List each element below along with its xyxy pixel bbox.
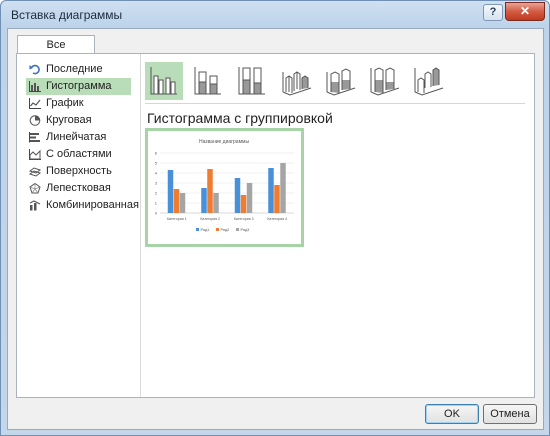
title-bar: Вставка диаграммы ? ✕ (1, 1, 549, 27)
undo-arrow-icon (29, 64, 40, 75)
3d-stacked-column-icon (326, 68, 356, 96)
cancel-button[interactable]: Отмена (483, 404, 537, 424)
x-tick-label: Категория 2 (200, 217, 220, 221)
y-tick-label: 3 (155, 181, 158, 186)
clustered-column-icon (150, 67, 177, 95)
y-tick-label: 4 (155, 171, 158, 176)
subtype-3d-column[interactable] (409, 62, 447, 100)
bar (213, 193, 219, 213)
subtype-stacked-column[interactable] (189, 62, 227, 100)
area-chart-icon (29, 149, 41, 160)
subtype-100-stacked-column[interactable] (233, 62, 271, 100)
legend-swatch (196, 228, 199, 231)
sidebar-item-line[interactable]: График (26, 95, 131, 112)
sidebar-item-label: С областями (46, 148, 112, 160)
3d-100-stacked-column-icon (370, 67, 400, 96)
stacked-column-icon (194, 67, 221, 95)
3d-column-icon (414, 67, 444, 96)
subtype-clustered-column[interactable] (145, 62, 183, 100)
bar (167, 170, 174, 213)
sidebar-item-label: График (46, 97, 84, 109)
chart-preview[interactable]: Название диаграммы 0 1 2 3 4 5 6 Категория 1 Кате… (145, 128, 304, 247)
legend-swatch (236, 228, 239, 231)
y-tick-label: 6 (155, 151, 158, 156)
sidebar-item-label: Комбинированная (46, 199, 139, 211)
y-tick-label: 0 (155, 211, 158, 216)
sidebar-item-surface[interactable]: Поверхность (26, 163, 131, 180)
gallery-separator (145, 103, 525, 104)
legend-swatch (216, 228, 219, 231)
subtype-3d-100-stacked-column[interactable] (365, 62, 403, 100)
sidebar-item-column[interactable]: Гистограмма (26, 78, 131, 95)
y-tick-label: 1 (155, 201, 158, 206)
y-tick-label: 2 (155, 191, 158, 196)
sidebar-item-combo[interactable]: Комбинированная (26, 197, 139, 214)
y-tick-label: 5 (155, 161, 158, 166)
chart-type-list: Последние Гистограмма График Круговая Ли… (26, 61, 139, 214)
3d-clustered-column-icon (282, 71, 312, 96)
pie-chart-icon (29, 115, 41, 126)
dialog-title: Вставка диаграммы (11, 8, 123, 22)
legend-label: Ряд1 (201, 228, 210, 232)
sidebar-item-label: Поверхность (46, 165, 112, 177)
bar (280, 163, 286, 213)
sidebar-item-label: Круговая (46, 114, 92, 126)
100-stacked-column-icon (238, 67, 265, 95)
sidebar-item-area[interactable]: С областями (26, 146, 131, 163)
tab-panel: Последние Гистограмма График Круговая Ли… (16, 53, 535, 398)
close-button[interactable]: ✕ (505, 2, 545, 21)
legend-label: Ряд3 (241, 228, 250, 232)
sidebar-item-label: Линейчатая (46, 131, 107, 143)
radar-chart-icon (29, 183, 41, 194)
surface-chart-icon (29, 167, 41, 177)
x-tick-label: Категория 3 (234, 217, 254, 221)
bar (268, 168, 274, 213)
bar-chart-icon (29, 132, 40, 143)
x-tick-label: Категория 1 (167, 217, 187, 221)
chart-title: Название диаграммы (199, 139, 249, 145)
sidebar-item-label: Лепестковая (46, 182, 111, 194)
sidebar-divider (140, 54, 141, 397)
sidebar-item-radar[interactable]: Лепестковая (26, 180, 131, 197)
subtype-3d-stacked-column[interactable] (321, 62, 359, 100)
bar (246, 183, 253, 213)
bar (201, 188, 207, 213)
bar (173, 189, 180, 213)
ok-button[interactable]: OK (425, 404, 479, 424)
sidebar-item-label: Последние (46, 63, 103, 75)
bar (207, 169, 213, 213)
preview-chart: Название диаграммы 0 1 2 3 4 5 6 Категория 1 Кате… (155, 139, 294, 232)
selected-subtype-title: Гистограмма с группировкой (147, 110, 333, 126)
help-button[interactable]: ? (483, 4, 503, 21)
subtype-3d-clustered-column[interactable] (277, 62, 315, 100)
line-chart-icon (29, 98, 41, 109)
sidebar-item-pie[interactable]: Круговая (26, 112, 131, 129)
tab-all-charts[interactable]: Все диаграммы (17, 35, 95, 69)
bar (240, 195, 247, 213)
sidebar-item-bar[interactable]: Линейчатая (26, 129, 131, 146)
sidebar-item-recent[interactable]: Последние (26, 61, 131, 78)
combo-chart-icon (29, 200, 41, 211)
dialog-client-area: Все диаграммы Последние (7, 28, 544, 430)
insert-chart-dialog: Вставка диаграммы ? ✕ Все диаграммы Посл… (0, 0, 550, 436)
legend-label: Ряд2 (221, 228, 230, 232)
chart-subtype-gallery (145, 62, 525, 100)
sidebar-item-label: Гистограмма (46, 80, 112, 92)
x-tick-label: Категория 4 (267, 217, 287, 221)
bar (234, 178, 241, 213)
column-chart-icon (29, 81, 41, 92)
bar (274, 185, 280, 213)
bar (179, 193, 186, 213)
